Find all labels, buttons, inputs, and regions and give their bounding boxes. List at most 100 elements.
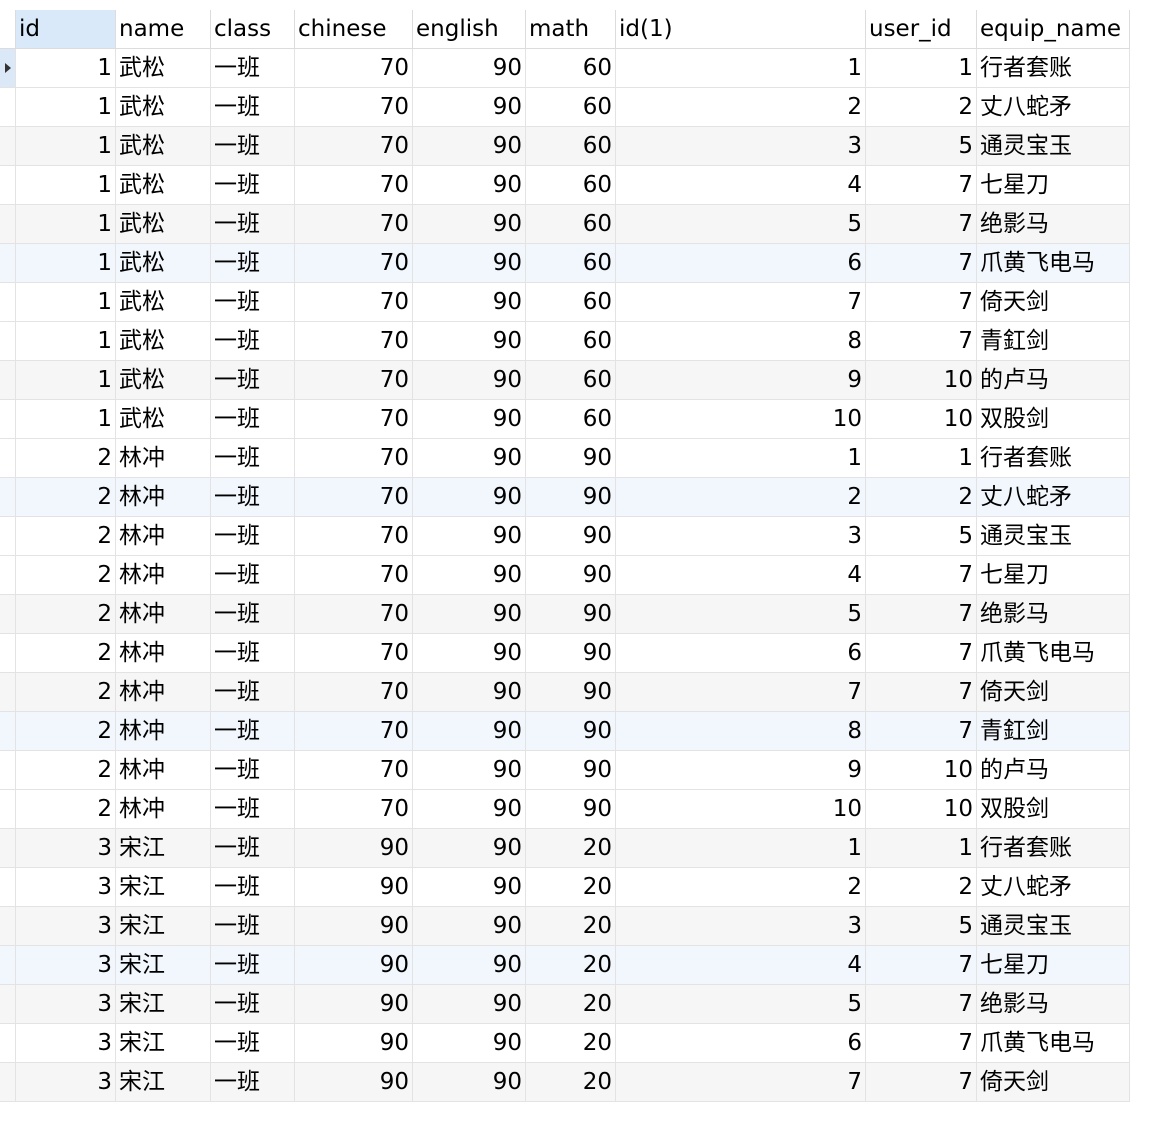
row-gutter[interactable]	[0, 127, 16, 165]
cell-class[interactable]: 一班	[211, 400, 295, 438]
cell-chinese[interactable]: 90	[295, 829, 413, 867]
cell-equip-name[interactable]: 绝影马	[977, 205, 1130, 243]
cell-class[interactable]: 一班	[211, 868, 295, 906]
cell-class[interactable]: 一班	[211, 751, 295, 789]
cell-math[interactable]: 90	[526, 790, 616, 828]
cell-id1[interactable]: 5	[616, 595, 866, 633]
cell-english[interactable]: 90	[413, 478, 526, 516]
cell-math[interactable]: 20	[526, 1024, 616, 1062]
cell-user-id[interactable]: 7	[866, 322, 977, 360]
cell-math[interactable]: 60	[526, 205, 616, 243]
cell-id1[interactable]: 3	[616, 907, 866, 945]
table-row[interactable]: 3 宋江 一班 90 90 20 7 7 倚天剑	[0, 1063, 1130, 1102]
cell-class[interactable]: 一班	[211, 946, 295, 984]
cell-name[interactable]: 武松	[116, 283, 211, 321]
cell-equip-name[interactable]: 行者套账	[977, 49, 1130, 87]
row-gutter[interactable]	[0, 556, 16, 594]
cell-user-id[interactable]: 7	[866, 595, 977, 633]
cell-chinese[interactable]: 90	[295, 985, 413, 1023]
cell-user-id[interactable]: 7	[866, 673, 977, 711]
cell-equip-name[interactable]: 通灵宝玉	[977, 907, 1130, 945]
cell-class[interactable]: 一班	[211, 244, 295, 282]
cell-english[interactable]: 90	[413, 1063, 526, 1101]
cell-user-id[interactable]: 7	[866, 166, 977, 204]
cell-id[interactable]: 1	[16, 127, 116, 165]
cell-name[interactable]: 宋江	[116, 868, 211, 906]
table-row[interactable]: 2 林冲 一班 70 90 90 2 2 丈八蛇矛	[0, 478, 1130, 517]
cell-name[interactable]: 武松	[116, 88, 211, 126]
cell-user-id[interactable]: 2	[866, 868, 977, 906]
table-row[interactable]: 2 林冲 一班 70 90 90 5 7 绝影马	[0, 595, 1130, 634]
cell-equip-name[interactable]: 双股剑	[977, 790, 1130, 828]
cell-chinese[interactable]: 90	[295, 868, 413, 906]
cell-chinese[interactable]: 90	[295, 907, 413, 945]
cell-id[interactable]: 3	[16, 868, 116, 906]
row-gutter[interactable]	[0, 205, 16, 243]
cell-english[interactable]: 90	[413, 907, 526, 945]
cell-equip-name[interactable]: 爪黄飞电马	[977, 1024, 1130, 1062]
table-row[interactable]: 1 武松 一班 70 90 60 8 7 青釭剑	[0, 322, 1130, 361]
cell-id1[interactable]: 8	[616, 712, 866, 750]
table-row[interactable]: 2 林冲 一班 70 90 90 4 7 七星刀	[0, 556, 1130, 595]
table-row[interactable]: 2 林冲 一班 70 90 90 1 1 行者套账	[0, 439, 1130, 478]
cell-name[interactable]: 宋江	[116, 907, 211, 945]
cell-math[interactable]: 20	[526, 985, 616, 1023]
cell-math[interactable]: 20	[526, 868, 616, 906]
cell-id[interactable]: 3	[16, 829, 116, 867]
cell-equip-name[interactable]: 行者套账	[977, 829, 1130, 867]
cell-class[interactable]: 一班	[211, 49, 295, 87]
cell-id[interactable]: 1	[16, 322, 116, 360]
cell-equip-name[interactable]: 的卢马	[977, 361, 1130, 399]
cell-id[interactable]: 2	[16, 634, 116, 672]
cell-class[interactable]: 一班	[211, 556, 295, 594]
cell-name[interactable]: 林冲	[116, 439, 211, 477]
cell-chinese[interactable]: 70	[295, 244, 413, 282]
cell-english[interactable]: 90	[413, 244, 526, 282]
row-gutter[interactable]	[0, 907, 16, 945]
cell-math[interactable]: 90	[526, 439, 616, 477]
cell-id[interactable]: 1	[16, 205, 116, 243]
cell-id1[interactable]: 9	[616, 751, 866, 789]
cell-id1[interactable]: 1	[616, 829, 866, 867]
cell-math[interactable]: 60	[526, 244, 616, 282]
cell-id1[interactable]: 7	[616, 1063, 866, 1101]
cell-math[interactable]: 90	[526, 751, 616, 789]
cell-chinese[interactable]: 70	[295, 751, 413, 789]
cell-id[interactable]: 3	[16, 907, 116, 945]
cell-id1[interactable]: 2	[616, 478, 866, 516]
cell-id[interactable]: 3	[16, 985, 116, 1023]
cell-id1[interactable]: 5	[616, 205, 866, 243]
cell-chinese[interactable]: 70	[295, 790, 413, 828]
cell-id[interactable]: 1	[16, 166, 116, 204]
table-row[interactable]: 3 宋江 一班 90 90 20 3 5 通灵宝玉	[0, 907, 1130, 946]
cell-equip-name[interactable]: 绝影马	[977, 985, 1130, 1023]
cell-class[interactable]: 一班	[211, 322, 295, 360]
cell-class[interactable]: 一班	[211, 517, 295, 555]
row-gutter[interactable]	[0, 517, 16, 555]
table-row[interactable]: 2 林冲 一班 70 90 90 6 7 爪黄飞电马	[0, 634, 1130, 673]
cell-name[interactable]: 武松	[116, 244, 211, 282]
cell-id1[interactable]: 5	[616, 985, 866, 1023]
cell-equip-name[interactable]: 行者套账	[977, 439, 1130, 477]
cell-name[interactable]: 林冲	[116, 712, 211, 750]
cell-name[interactable]: 武松	[116, 322, 211, 360]
cell-english[interactable]: 90	[413, 595, 526, 633]
row-gutter[interactable]	[0, 751, 16, 789]
table-row[interactable]: 1 武松 一班 70 90 60 10 10 双股剑	[0, 400, 1130, 439]
cell-math[interactable]: 90	[526, 712, 616, 750]
cell-math[interactable]: 90	[526, 517, 616, 555]
cell-id1[interactable]: 6	[616, 1024, 866, 1062]
row-gutter[interactable]	[0, 712, 16, 750]
cell-class[interactable]: 一班	[211, 478, 295, 516]
cell-math[interactable]: 60	[526, 322, 616, 360]
table-row[interactable]: 1 武松 一班 70 90 60 1 1 行者套账	[0, 49, 1130, 88]
cell-math[interactable]: 90	[526, 673, 616, 711]
cell-class[interactable]: 一班	[211, 205, 295, 243]
column-header-name[interactable]: name	[116, 10, 211, 48]
cell-chinese[interactable]: 90	[295, 1024, 413, 1062]
table-row[interactable]: 2 林冲 一班 70 90 90 10 10 双股剑	[0, 790, 1130, 829]
cell-id[interactable]: 1	[16, 283, 116, 321]
column-header-equip-name[interactable]: equip_name	[977, 10, 1130, 48]
cell-chinese[interactable]: 70	[295, 634, 413, 672]
table-row[interactable]: 3 宋江 一班 90 90 20 1 1 行者套账	[0, 829, 1130, 868]
